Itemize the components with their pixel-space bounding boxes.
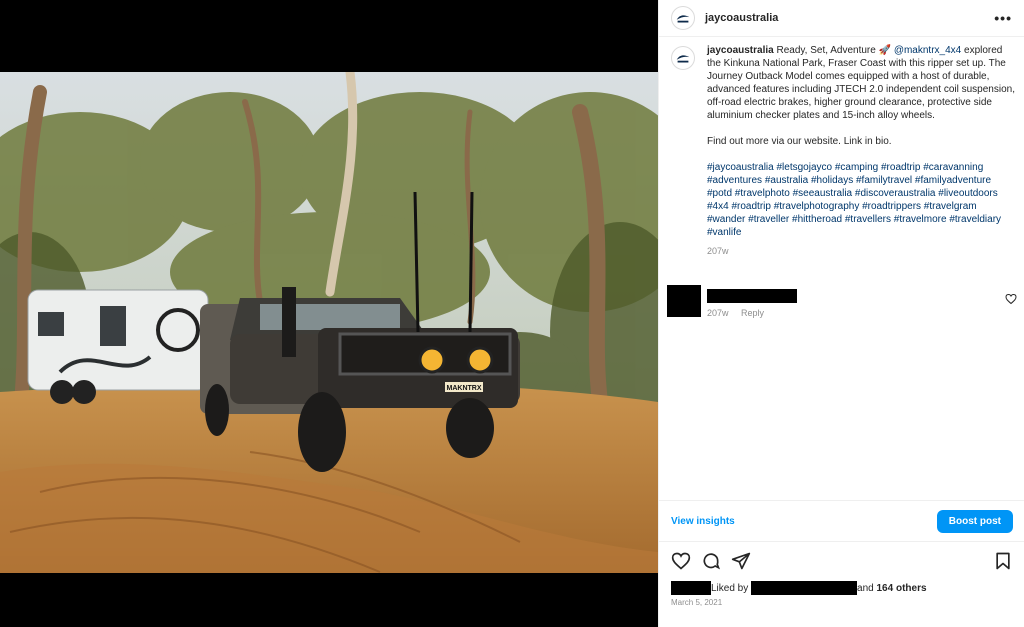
post-header: jaycoaustralia ••• [659, 0, 1024, 37]
liker-name-redacted[interactable] [751, 581, 858, 595]
jayco-logo-icon [676, 55, 690, 63]
comment-icon[interactable] [701, 551, 721, 571]
comment-age: 207w [707, 308, 729, 318]
comment-redacted-text [707, 289, 797, 303]
liked-by-label: Liked by [711, 582, 749, 594]
comment-row: 207w Reply [667, 285, 1017, 321]
caption-body: explored the Kinkuna National Park, Fras… [707, 45, 1015, 121]
heart-icon[interactable] [671, 551, 691, 571]
post-actions [671, 550, 1013, 572]
post-caption: jaycoaustralia Ready, Set, Adventure 🚀 @… [671, 44, 1015, 258]
caption-age: 207w [707, 246, 729, 256]
post-media[interactable]: MAKNTRX [0, 0, 658, 627]
caption-paragraph-2: Find out more via our website. Link in b… [707, 136, 892, 147]
caption-intro: Ready, Set, Adventure 🚀 [773, 45, 894, 56]
boost-post-button[interactable]: Boost post [936, 509, 1013, 533]
insights-bar: View insights Boost post [659, 500, 1024, 542]
post-username[interactable]: jaycoaustralia [705, 12, 778, 24]
view-insights-link[interactable]: View insights [671, 516, 735, 527]
liker-avatar-redacted [671, 581, 711, 595]
caption-avatar[interactable] [671, 46, 695, 70]
share-icon[interactable] [731, 551, 751, 571]
likes-and: and [857, 582, 874, 594]
avatar[interactable] [671, 6, 695, 30]
more-icon[interactable]: ••• [994, 10, 1012, 26]
license-plate: MAKNTRX [447, 385, 482, 392]
photo-scene: MAKNTRX [0, 72, 658, 573]
caption-text: jaycoaustralia Ready, Set, Adventure 🚀 @… [707, 44, 1015, 258]
jayco-logo-icon [676, 15, 690, 23]
caravan-graphic [27, 289, 209, 404]
likes-line: Liked by and 164 others [671, 580, 927, 596]
likes-others[interactable]: 164 others [877, 583, 927, 594]
reply-link[interactable]: Reply [741, 308, 764, 318]
comment-avatar-redacted[interactable] [667, 285, 701, 317]
caption-mention[interactable]: @makntrx_4x4 [894, 45, 961, 56]
caption-hashtags[interactable]: #jaycoaustralia #letsgojayco #camping #r… [707, 161, 1015, 239]
comment-meta: 207w Reply [707, 308, 774, 318]
post-date[interactable]: March 5, 2021 [671, 598, 722, 607]
post-photo[interactable]: MAKNTRX [0, 72, 658, 573]
bookmark-icon[interactable] [993, 551, 1013, 571]
instagram-post: MAKNTRX jaycoaustralia ••• jaycoaustrali… [0, 0, 1024, 627]
caption-username[interactable]: jaycoaustralia [707, 45, 774, 56]
heart-icon[interactable] [1005, 293, 1017, 305]
post-sidebar: jaycoaustralia ••• jaycoaustralia Ready,… [658, 0, 1024, 627]
